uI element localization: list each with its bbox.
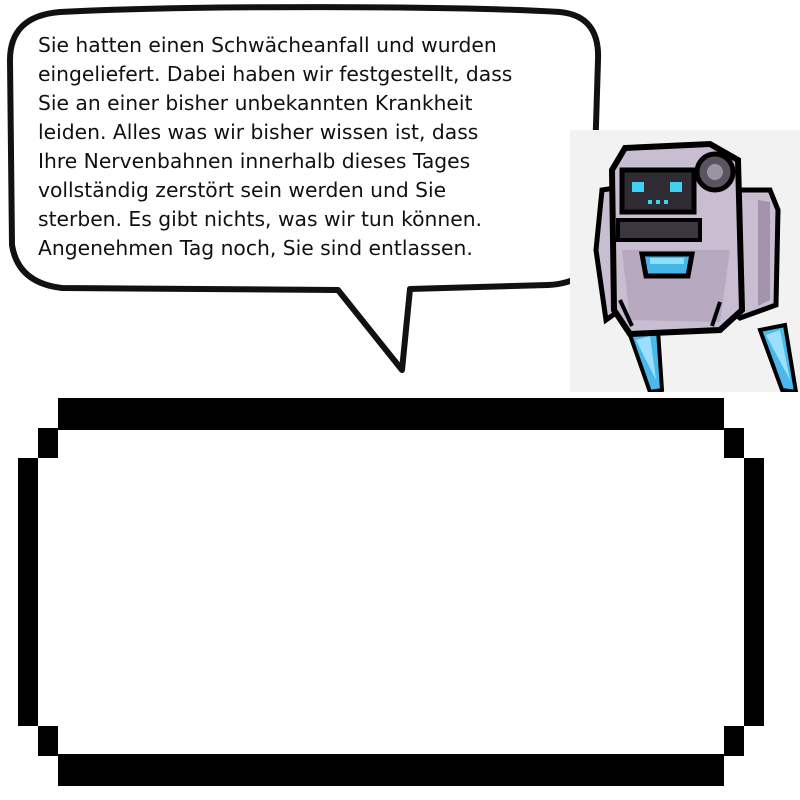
speech-line: Sie hatten einen Schwächeanfall und wurd…: [38, 33, 497, 57]
speech-line: sterben. Es gibt nichts, was wir tun kön…: [38, 207, 483, 231]
speech-line: Angenehmen Tag noch, Sie sind entlassen.: [38, 236, 473, 260]
robot-eye-right-icon: [670, 182, 682, 192]
robot-eye-left-icon: [632, 182, 644, 192]
speech-line: eingeliefert. Dabei haben wir festgestel…: [38, 62, 513, 86]
robot-mouth-icon: [639, 251, 695, 279]
dialog-text: [60, 455, 720, 735]
robot-doctor-icon: [570, 130, 800, 392]
speech-line: Ihre Nervenbahnen innerhalb dieses Tages: [38, 149, 471, 173]
speech-line: leiden. Alles was wir bisher wissen ist,…: [38, 120, 479, 144]
speech-line: vollständig zerstört sein werden und Sie: [38, 178, 447, 202]
speech-line: Sie an einer bisher unbekannten Krankhei…: [38, 91, 473, 115]
game-scene: Sie hatten einen Schwächeanfall und wurd…: [0, 0, 800, 800]
speech-bubble-text: Sie hatten einen Schwächeanfall und wurd…: [38, 31, 583, 263]
